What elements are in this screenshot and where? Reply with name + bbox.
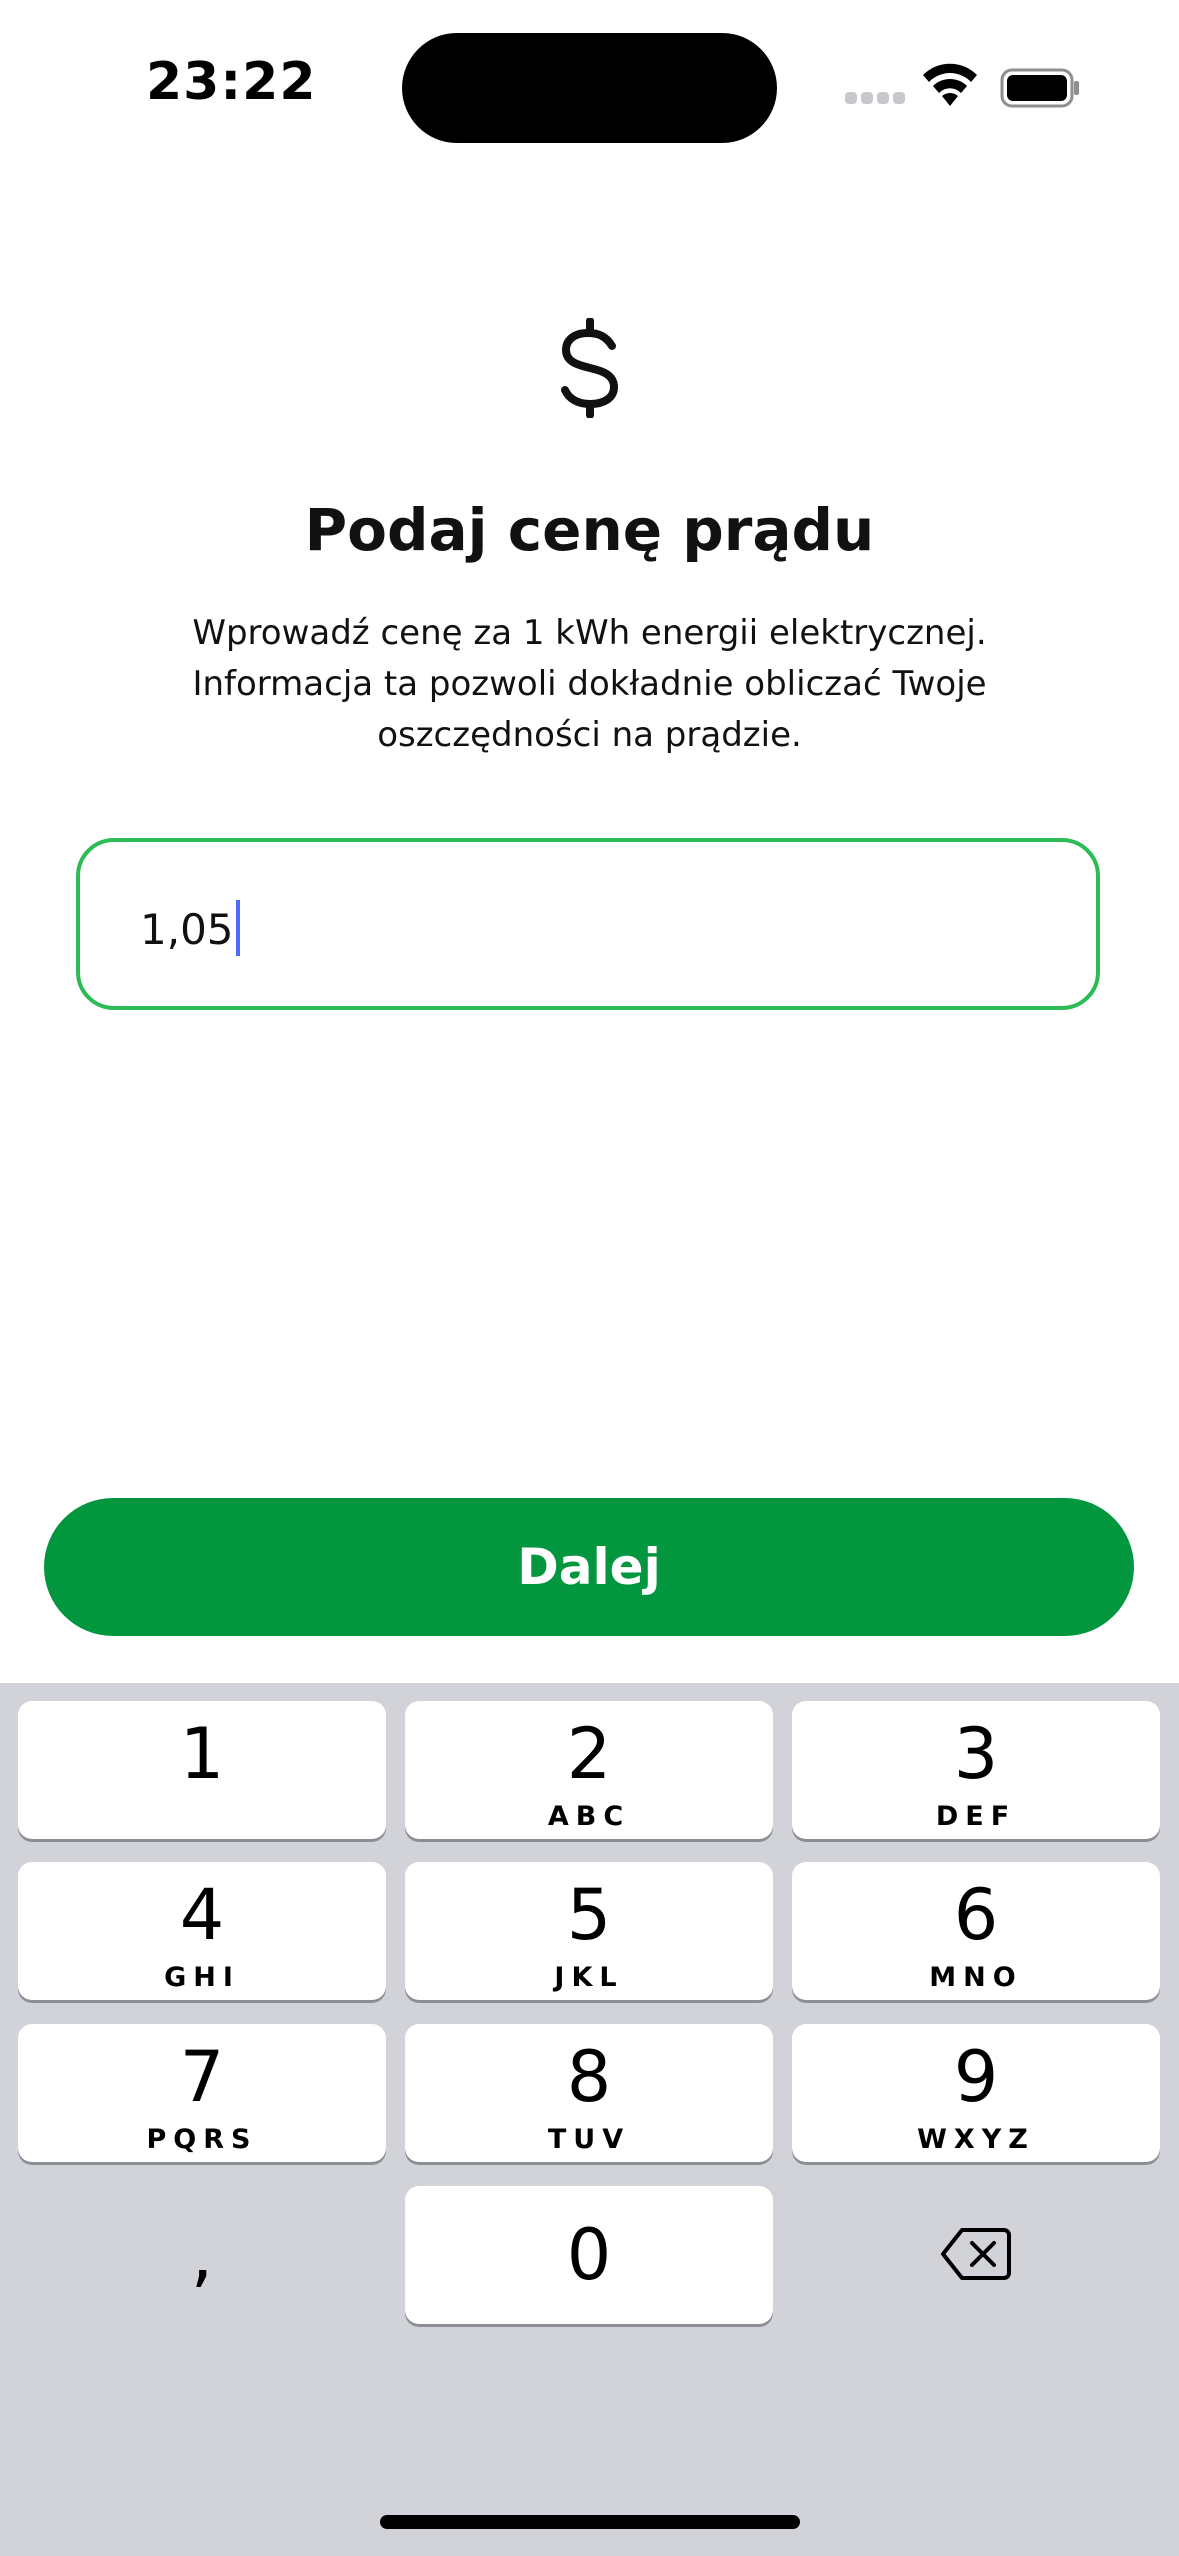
key-8[interactable]: 8 TUV	[405, 2024, 773, 2162]
key-0[interactable]: 0	[405, 2186, 773, 2324]
dynamic-island	[402, 33, 777, 143]
key-number: 2	[566, 1713, 612, 1795]
description-line: Wprowadź cenę za 1 kWh energii elektrycz…	[192, 613, 987, 653]
key-1[interactable]: 1	[18, 1701, 386, 1839]
backspace-icon	[941, 2228, 1011, 2280]
description-line: Informacja ta pozwoli dokładnie obliczać…	[192, 664, 987, 704]
price-input-value-wrap: 1,05	[140, 900, 240, 956]
key-letters: GHI	[164, 1962, 240, 1993]
key-number: 1	[179, 1713, 225, 1795]
comma-key[interactable]: ,	[18, 2186, 386, 2324]
key-7[interactable]: 7 PQRS	[18, 2024, 386, 2162]
dollar-icon	[561, 318, 619, 418]
key-3[interactable]: 3 DEF	[792, 1701, 1160, 1839]
key-letters: ABC	[547, 1801, 631, 1832]
backspace-key[interactable]	[792, 2186, 1160, 2324]
key-4[interactable]: 4 GHI	[18, 1862, 386, 2000]
key-6[interactable]: 6 MNO	[792, 1862, 1160, 2000]
key-letters: WXYZ	[917, 2124, 1035, 2155]
description-line: oszczędności na prądzie.	[377, 715, 802, 755]
numeric-keyboard: 1 2 ABC 3 DEF 4 GHI 5 JKL 6 MNO 7 PQRS 8…	[0, 1683, 1179, 2556]
key-number: 3	[953, 1713, 999, 1795]
status-time: 23:22	[146, 52, 317, 112]
key-number: 6	[953, 1874, 999, 1956]
price-input-value: 1,05	[140, 905, 234, 954]
key-letters: PQRS	[146, 2124, 258, 2155]
battery-icon	[1000, 68, 1079, 108]
key-letters: MNO	[929, 1962, 1023, 1993]
price-input[interactable]: 1,05	[76, 838, 1100, 1010]
key-5[interactable]: 5 JKL	[405, 1862, 773, 2000]
key-number: 9	[953, 2036, 999, 2118]
key-9[interactable]: 9 WXYZ	[792, 2024, 1160, 2162]
page-description: Wprowadź cenę za 1 kWh energii elektrycz…	[120, 608, 1059, 761]
key-number: 5	[566, 1874, 612, 1956]
key-letters: TUV	[547, 2124, 631, 2155]
key-number: 8	[566, 2036, 612, 2118]
key-number: 7	[179, 2036, 225, 2118]
key-2[interactable]: 2 ABC	[405, 1701, 773, 1839]
cellular-signal-icon	[845, 92, 905, 106]
key-letters: DEF	[935, 1801, 1017, 1832]
home-indicator[interactable]	[380, 2515, 800, 2529]
key-letters: JKL	[554, 1962, 624, 1993]
text-cursor	[235, 900, 240, 956]
key-number: 0	[566, 2214, 612, 2296]
page-title: Podaj cenę prądu	[304, 496, 875, 564]
next-button[interactable]: Dalej	[44, 1498, 1134, 1636]
key-number: 4	[179, 1874, 225, 1956]
wifi-icon	[923, 63, 977, 106]
